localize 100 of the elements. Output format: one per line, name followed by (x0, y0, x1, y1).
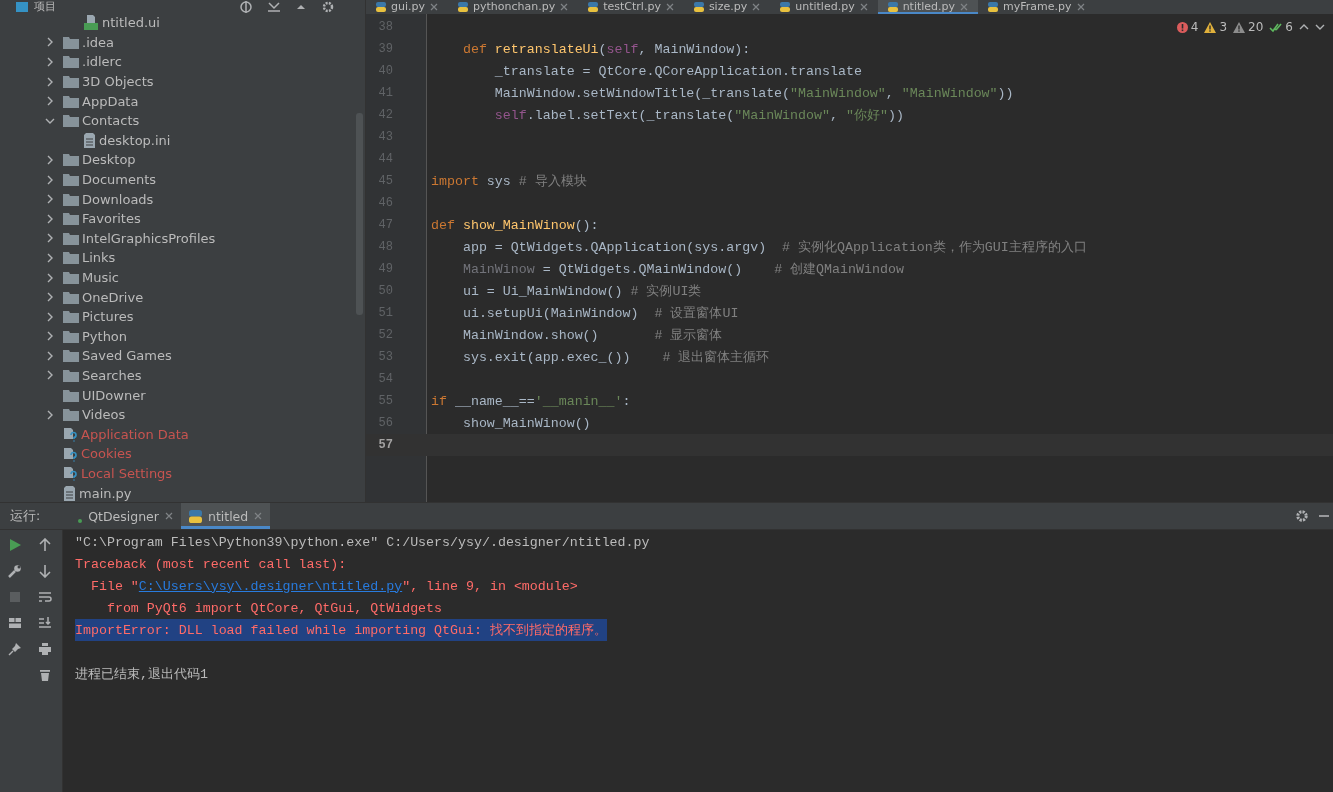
console-line: ImportError: DLL load failed while importing QtGui: 找不到指定的程序。 (75, 622, 607, 639)
tree-item[interactable]: Pictures (82, 309, 134, 325)
folder-icon (63, 192, 79, 206)
chevron-right-icon[interactable] (45, 331, 55, 342)
chevron-right-icon[interactable] (45, 174, 55, 185)
soft-wrap-icon[interactable] (38, 590, 52, 604)
tree-item[interactable]: Desktop (82, 152, 136, 168)
project-view-icon[interactable] (16, 1, 28, 12)
editor-tab[interactable]: size.py (683, 0, 771, 14)
chevron-right-icon[interactable] (45, 252, 55, 263)
double-check-icon[interactable] (1269, 21, 1283, 33)
chevron-up-icon[interactable] (1299, 23, 1309, 31)
chevron-right-icon[interactable] (45, 311, 55, 322)
unknown-file-icon (63, 445, 78, 462)
text-file-icon (83, 132, 96, 148)
scroll-to-end-icon[interactable] (38, 616, 52, 630)
tree-item[interactable]: .idlerc (82, 54, 122, 70)
tree-item[interactable]: Favorites (82, 211, 141, 227)
folder-icon (63, 310, 79, 324)
chevron-right-icon[interactable] (45, 409, 55, 420)
folder-icon (63, 251, 79, 265)
folder-icon (63, 212, 79, 226)
chevron-right-icon[interactable] (45, 37, 55, 48)
tree-item[interactable]: Python (82, 328, 128, 344)
close-icon[interactable] (665, 3, 674, 11)
warning-icon[interactable] (1233, 21, 1246, 33)
project-panel-title[interactable]: 项目 (34, 0, 56, 14)
folder-icon (63, 55, 79, 69)
tree-item[interactable]: .idea (82, 34, 114, 50)
close-icon[interactable] (1076, 3, 1085, 11)
code-line: def retranslateUi(self, MainWindow): (461, 41, 751, 57)
locate-icon[interactable] (239, 0, 253, 13)
chevron-right-icon[interactable] (45, 272, 55, 283)
collapse-icon[interactable] (267, 0, 281, 13)
wrench-icon[interactable] (8, 564, 22, 578)
tree-item[interactable]: desktop.ini (99, 132, 171, 148)
tree-item[interactable]: Downloads (82, 191, 154, 207)
print-icon[interactable] (38, 642, 52, 656)
python-file-icon (188, 509, 202, 523)
chevron-right-icon[interactable] (45, 350, 55, 361)
trash-icon[interactable] (38, 668, 52, 682)
editor-tab[interactable]: untitled.py (770, 0, 878, 14)
code-line: self.label.setText(_translate("MainWindow", "你好")) (493, 107, 904, 124)
editor-tab[interactable]: gui.py (366, 0, 448, 14)
editor-tab[interactable]: testCtrl.py (578, 0, 684, 14)
code-line: ui = Ui_MainWindow() # 实例UI类 (461, 283, 702, 300)
tree-item[interactable]: Videos (82, 407, 126, 423)
folder-icon (63, 271, 79, 284)
arrow-down-icon[interactable] (38, 564, 52, 578)
code-line: ui.setupUi(MainWindow) # 设置窗体UI (461, 305, 739, 322)
chevron-right-icon[interactable] (45, 194, 55, 205)
folder-icon (63, 369, 79, 382)
close-icon[interactable] (859, 3, 868, 11)
chevron-right-icon[interactable] (45, 96, 55, 107)
line-number: 57 (377, 438, 393, 452)
chevron-right-icon[interactable] (45, 213, 55, 224)
chevron-right-icon[interactable] (45, 76, 55, 87)
close-icon[interactable] (430, 3, 438, 11)
folder-icon (63, 94, 79, 108)
tree-item[interactable]: main.py (79, 485, 132, 501)
run-tab[interactable]: QtDesigner (70, 503, 181, 529)
tree-item[interactable]: Contacts (82, 113, 140, 129)
editor-tab[interactable]: myFrame.py (978, 0, 1095, 14)
chevron-right-icon[interactable] (45, 292, 55, 303)
tree-item[interactable]: Music (82, 270, 119, 285)
chevron-right-icon[interactable] (45, 370, 55, 381)
chevron-right-icon[interactable] (45, 154, 55, 165)
error-icon[interactable] (1176, 21, 1188, 33)
tree-item[interactable]: AppData (82, 93, 139, 109)
unknown-file-icon (63, 426, 78, 443)
editor-tab[interactable]: pythonchan.py (448, 0, 579, 14)
warning-icon[interactable] (1204, 21, 1217, 33)
dot-icon (78, 519, 83, 523)
tree-item[interactable]: Saved Games (82, 348, 172, 364)
tree-item[interactable]: ntitled.ui (102, 15, 160, 31)
console-line: from PyQt6 import QtCore, QtGui, QtWidgets (105, 600, 443, 616)
settings-icon[interactable] (1295, 509, 1309, 523)
arrow-up-icon[interactable] (38, 538, 52, 552)
run-icon[interactable] (8, 538, 22, 552)
tree-item[interactable]: UIDowner (82, 387, 146, 403)
settings-icon[interactable] (321, 0, 335, 13)
tree-item[interactable]: IntelGraphicsProfiles (82, 230, 216, 246)
close-icon[interactable] (560, 3, 569, 11)
chevron-right-icon[interactable] (45, 57, 55, 67)
pin-icon[interactable] (8, 642, 22, 656)
tree-item[interactable]: OneDrive (82, 289, 144, 305)
tree-item[interactable]: Links (82, 250, 116, 266)
tree-item[interactable]: Documents (82, 172, 157, 188)
layout-icon[interactable] (8, 616, 22, 630)
chevron-down-icon[interactable] (1315, 23, 1325, 31)
close-icon[interactable] (164, 512, 173, 520)
code-line: if __name__=='__manin__': (431, 393, 631, 409)
console-line: "C:\Program Files\Python39\python.exe" C:/Users/ysy/.designer/ntitled.py (75, 534, 650, 550)
code-line: MainWinow = QtWidgets.QMainWindow() # 创建QMainWindow (461, 261, 904, 278)
chevron-right-icon[interactable] (45, 233, 55, 244)
tree-item[interactable]: Searches (82, 368, 142, 383)
run-tab[interactable]: ntitled (180, 503, 271, 529)
editor-tab[interactable]: ntitled.py (877, 0, 979, 14)
tree-item[interactable]: 3D Objects (82, 74, 154, 90)
close-icon[interactable] (752, 3, 761, 11)
